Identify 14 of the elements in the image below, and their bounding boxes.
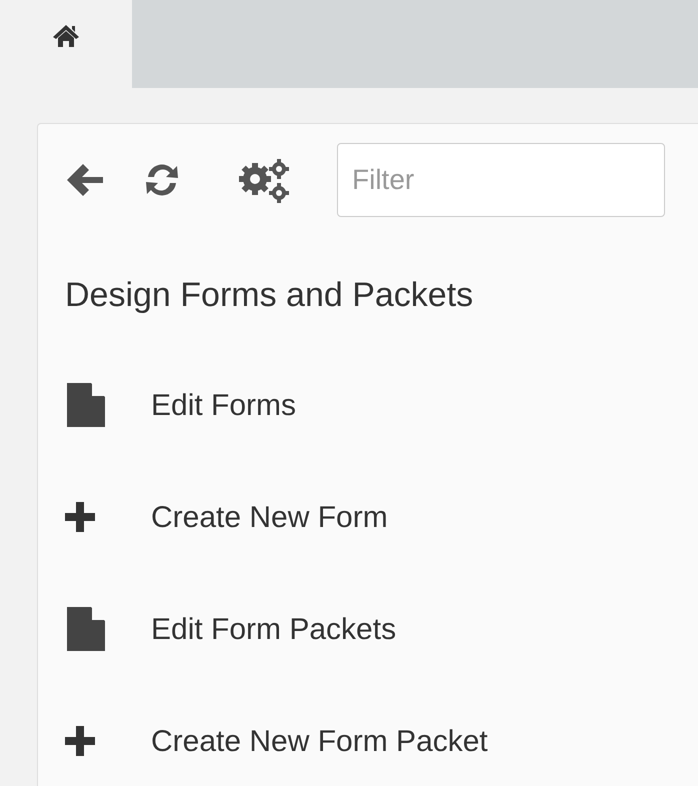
plus-icon <box>65 726 95 756</box>
menu-link[interactable]: Edit Forms <box>151 382 296 428</box>
panel-title: Design Forms and Packets <box>65 275 474 316</box>
menu-link[interactable]: Create New Form <box>151 494 388 540</box>
back-arrow-icon[interactable] <box>65 162 105 198</box>
menu-link[interactable]: Edit Form Packets <box>151 606 396 652</box>
home-icon <box>52 24 80 48</box>
document-icon <box>65 383 105 427</box>
home-tab[interactable] <box>0 0 132 88</box>
document-icon <box>65 607 105 651</box>
refresh-icon[interactable] <box>143 162 181 198</box>
plus-icon <box>65 502 95 532</box>
filter-field[interactable]: Filter <box>337 143 665 217</box>
menu-link[interactable]: Create New Form Packet <box>151 718 488 764</box>
